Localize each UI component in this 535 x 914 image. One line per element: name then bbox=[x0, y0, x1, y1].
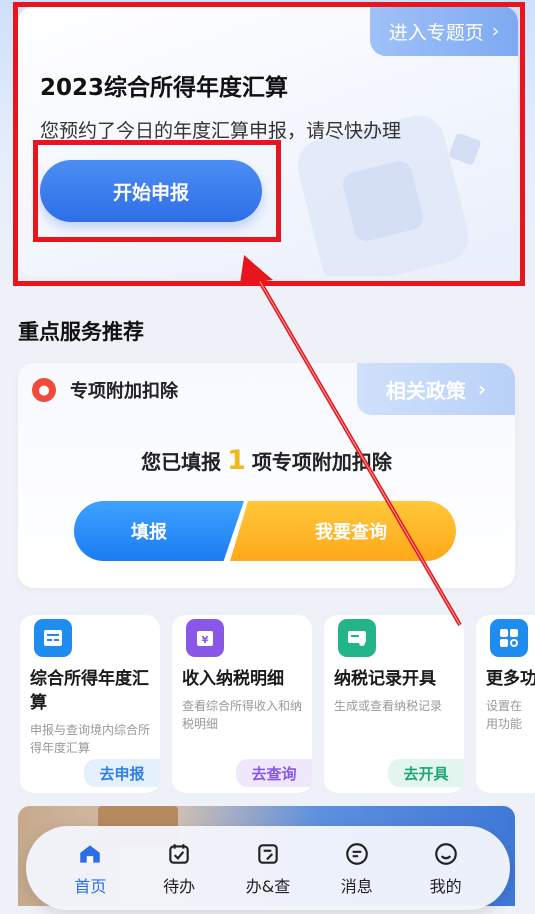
nav-item-mine[interactable]: 我的 bbox=[414, 839, 478, 897]
deduction-title: 专项附加扣除 bbox=[70, 381, 178, 402]
section-title: 重点服务推荐 bbox=[18, 320, 144, 344]
smile-icon bbox=[431, 839, 461, 869]
tile-description: 申报与查询境内综合所得年度汇算 bbox=[30, 723, 151, 755]
filled-suffix: 项专项附加扣除 bbox=[251, 450, 392, 474]
nav-label: 办&查 bbox=[245, 877, 291, 896]
flame-icon: ● bbox=[32, 378, 56, 402]
tile-tax-record[interactable]: 纳税记录开具 生成或查看纳税记录 去开具 bbox=[324, 615, 464, 793]
home-icon bbox=[75, 839, 105, 869]
tile-description: 查看综合所得收入和纳税明细 bbox=[182, 699, 303, 731]
go-query-button[interactable]: 去查询 bbox=[236, 759, 312, 787]
tile-more-functions[interactable]: 更多功 设置在用功能 bbox=[476, 615, 535, 793]
filled-summary: 您已填报 1 项专项附加扣除 bbox=[18, 445, 515, 476]
tile-income-details[interactable]: ¥ 收入纳税明细 查看综合所得收入和纳税明细 去查询 bbox=[172, 615, 312, 793]
nav-item-todo[interactable]: 待办 bbox=[147, 839, 211, 897]
filled-prefix: 您已填报 bbox=[141, 450, 222, 474]
special-deduction-card: ● 专项附加扣除 相关政策 › 您已填报 1 项专项附加扣除 填报 我要查询 bbox=[18, 363, 515, 588]
certificate-icon bbox=[338, 619, 376, 657]
calculator-icon bbox=[34, 619, 72, 657]
go-issue-button[interactable]: 去开具 bbox=[388, 759, 464, 787]
annotation-highlight-box bbox=[33, 140, 281, 242]
bottom-navigation: 首页 待办 办&查 消息 我的 bbox=[26, 826, 510, 910]
nav-item-home[interactable]: 首页 bbox=[58, 839, 122, 897]
nav-label: 待办 bbox=[163, 877, 196, 896]
tile-annual-settlement[interactable]: 综合所得年度汇算 申报与查询境内综合所得年度汇算 去申报 bbox=[20, 615, 160, 793]
chat-icon bbox=[342, 839, 372, 869]
policy-label: 相关政策 bbox=[385, 378, 466, 403]
nav-item-handle-query[interactable]: 办&查 bbox=[236, 839, 300, 897]
tile-title: 综合所得年度汇算 bbox=[30, 669, 149, 713]
svg-text:¥: ¥ bbox=[202, 635, 209, 646]
nav-label: 首页 bbox=[74, 877, 107, 896]
fill-report-button[interactable]: 填报 bbox=[74, 501, 244, 561]
go-file-button[interactable]: 去申报 bbox=[84, 759, 160, 787]
tile-title: 更多功 bbox=[486, 669, 535, 689]
tile-description: 生成或查看纳税记录 bbox=[334, 699, 443, 713]
nav-label: 我的 bbox=[429, 877, 462, 896]
tile-description: 设置在用功能 bbox=[486, 699, 523, 731]
nav-label: 消息 bbox=[340, 877, 373, 896]
form-edit-icon bbox=[253, 839, 283, 869]
related-policy-link[interactable]: 相关政策 › bbox=[357, 363, 515, 415]
grid-search-icon bbox=[490, 619, 528, 657]
query-button[interactable]: 我要查询 bbox=[230, 501, 456, 561]
chevron-right-icon: › bbox=[477, 377, 487, 401]
tile-title: 纳税记录开具 bbox=[334, 669, 436, 689]
tile-title: 收入纳税明细 bbox=[182, 669, 284, 689]
nav-item-messages[interactable]: 消息 bbox=[325, 839, 389, 897]
calendar-check-icon bbox=[164, 839, 194, 869]
wallet-icon: ¥ bbox=[186, 619, 224, 657]
filled-count: 1 bbox=[227, 445, 246, 476]
deduction-header: ● 专项附加扣除 bbox=[32, 377, 178, 403]
